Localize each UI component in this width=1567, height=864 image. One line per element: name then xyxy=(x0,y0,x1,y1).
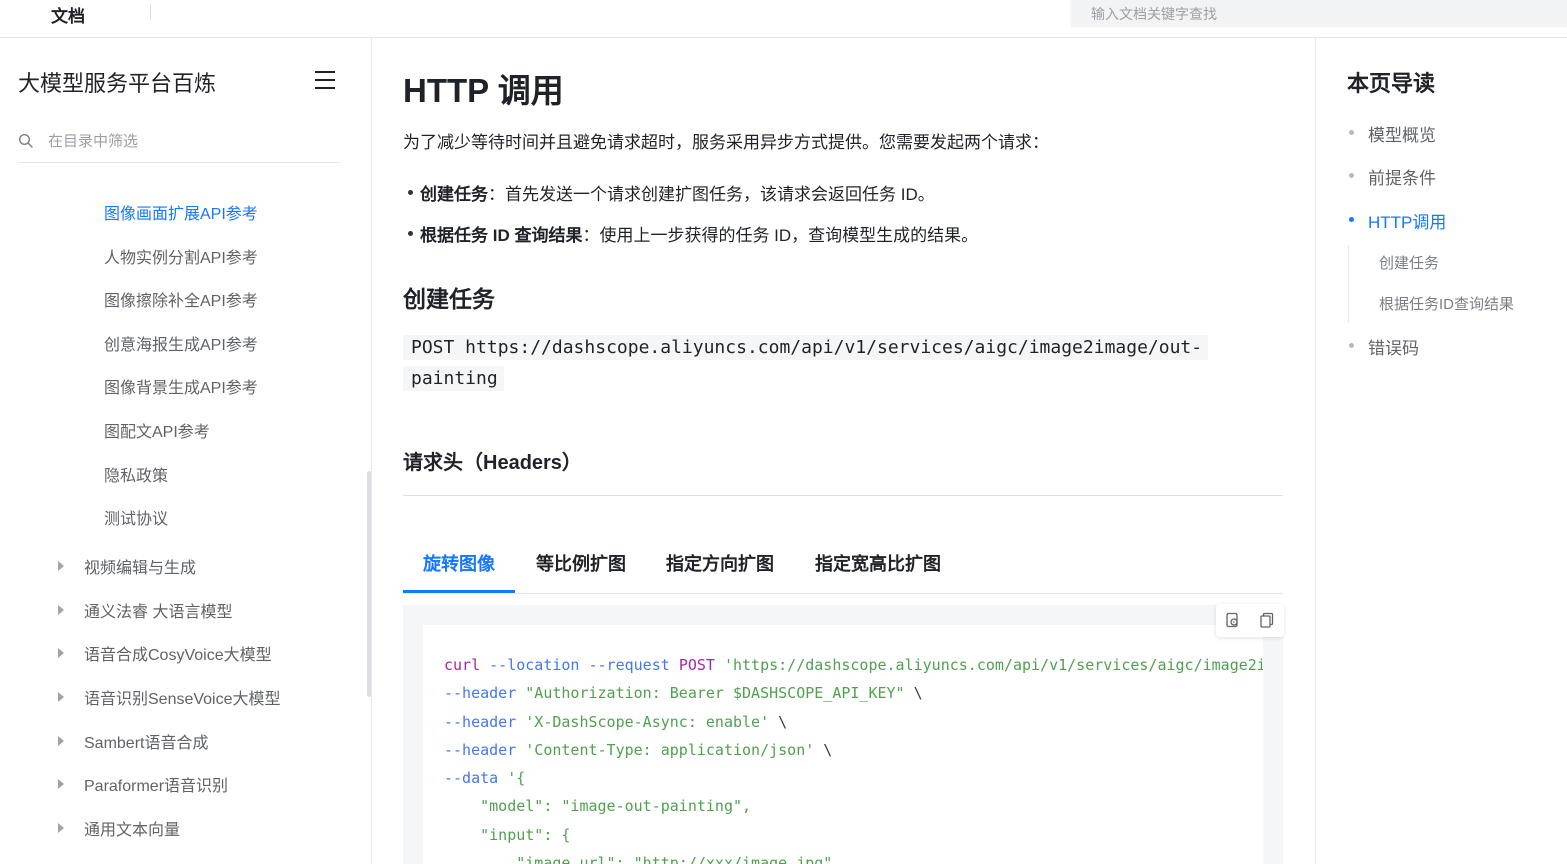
sidebar-item-privacy[interactable]: 隐私政策 xyxy=(104,462,168,486)
sidebar-group-sambert[interactable]: Sambert语音合成 xyxy=(58,729,208,753)
list-item: 根据任务 ID 查询结果：使用上一步获得的任务 ID，查询模型生成的结果。 xyxy=(407,221,979,246)
sidebar-group-label: 视频编辑与生成 xyxy=(84,560,197,577)
doc-search-box[interactable] xyxy=(1071,0,1567,27)
sidebar-group-video-editing[interactable]: 视频编辑与生成 xyxy=(58,554,196,578)
sidebar-group-sensevoice[interactable]: 语音识别SenseVoice大模型 xyxy=(58,685,281,709)
triangle-right-icon xyxy=(58,823,64,833)
list-item: 创建任务：首先发送一个请求创建扩图任务，该请求会返回任务 ID。 xyxy=(408,180,935,205)
sidebar-group-label: Paraformer语音识别 xyxy=(84,778,229,795)
sidebar-item-poster-generation[interactable]: 创意海报生成API参考 xyxy=(104,331,258,355)
bullet-text: ：使用上一步获得的任务 ID，查询模型生成的结果。 xyxy=(582,226,979,245)
code-tabs: 旋转图像 等比例扩图 指定方向扩图 指定宽高比扩图 xyxy=(403,538,1283,594)
site-brand[interactable]: 文档 xyxy=(51,2,85,27)
divider xyxy=(403,495,1283,496)
toc-rail xyxy=(1348,245,1349,323)
toc-item-model-overview[interactable]: 模型概览 xyxy=(1349,121,1436,146)
sidebar-group-text-embedding[interactable]: 通用文本向量 xyxy=(58,816,180,840)
toc-item-http-call[interactable]: HTTP调用 xyxy=(1348,208,1446,233)
directory-filter-input[interactable] xyxy=(46,128,330,154)
toc-sub-create-task[interactable]: 创建任务 xyxy=(1379,252,1439,273)
copy-icon[interactable] xyxy=(1258,611,1276,629)
toc-item-prerequisites[interactable]: 前提条件 xyxy=(1349,164,1436,189)
intro-paragraph: 为了减少等待时间并且避免请求超时，服务采用异步方式提供。您需要发起两个请求： xyxy=(403,133,1049,152)
endpoint-code: POST https://dashscope.aliyuncs.com/api/… xyxy=(403,335,1209,391)
toc-title: 本页导读 xyxy=(1347,71,1436,96)
sidebar-item-image-outpainting[interactable]: 图像画面扩展API参考 xyxy=(104,200,258,224)
bullet-text: ：首先发送一个请求创建扩图任务，该请求会返回任务 ID。 xyxy=(488,185,935,204)
sidebar-group-label: 通义法睿 大语言模型 xyxy=(84,604,233,621)
sidebar-group-label: 语音合成CosyVoice大模型 xyxy=(84,647,272,664)
triangle-right-icon xyxy=(58,648,64,658)
hamburger-icon[interactable] xyxy=(313,69,337,91)
sidebar-group-farui[interactable]: 通义法睿 大语言模型 xyxy=(58,598,232,622)
divider xyxy=(150,4,151,20)
sidebar-group-cosyvoice[interactable]: 语音合成CosyVoice大模型 xyxy=(58,641,272,665)
sidebar-group-label: 通用文本向量 xyxy=(84,822,181,839)
tab-proportional-expand[interactable]: 等比例扩图 xyxy=(527,538,635,591)
code-area[interactable]: curl --location --request POST 'https://… xyxy=(423,625,1263,864)
tab-aspect-ratio-expand[interactable]: 指定宽高比扩图 xyxy=(805,538,951,591)
directory-filter[interactable] xyxy=(18,128,340,163)
bullet-term: 根据任务 ID 查询结果 xyxy=(420,226,583,245)
sidebar-group-label: Sambert语音合成 xyxy=(84,735,209,752)
endpoint-url: POST https://dashscope.aliyuncs.com/api/… xyxy=(403,332,1243,394)
triangle-right-icon xyxy=(58,692,64,702)
toc-sub-query-result[interactable]: 根据任务ID查询结果 xyxy=(1379,293,1514,314)
sidebar-item-image-erase[interactable]: 图像擦除补全API参考 xyxy=(104,287,258,311)
search-icon xyxy=(18,133,33,148)
page-title: HTTP 调用 xyxy=(403,72,564,109)
triangle-right-icon xyxy=(58,561,64,571)
sidebar: 大模型服务平台百炼 图像画面扩展API参考 人物实例分割API参考 图像擦除补全… xyxy=(0,38,372,864)
section-heading: 创建任务 xyxy=(403,286,495,312)
sidebar-item-test-agreement[interactable]: 测试协议 xyxy=(104,505,168,529)
sidebar-group-label: 语音识别SenseVoice大模型 xyxy=(84,691,281,708)
doc-search-input[interactable] xyxy=(1071,0,1561,27)
bullet-term: 创建任务 xyxy=(420,185,488,204)
sidebar-item-background-generation[interactable]: 图像背景生成API参考 xyxy=(104,374,258,398)
tab-directional-expand[interactable]: 指定方向扩图 xyxy=(656,538,784,591)
main-content: HTTP 调用 为了减少等待时间并且避免请求超时，服务采用异步方式提供。您需要发… xyxy=(372,38,1314,864)
sidebar-item-person-segmentation[interactable]: 人物实例分割API参考 xyxy=(104,244,258,268)
tab-rotate-image[interactable]: 旋转图像 xyxy=(403,538,515,593)
sidebar-title: 大模型服务平台百炼 xyxy=(18,71,217,96)
page-toc: 本页导读 模型概览 前提条件 HTTP调用 创建任务 根据任务ID查询结果 错误… xyxy=(1315,38,1567,864)
triangle-right-icon xyxy=(58,779,64,789)
top-bar: 文档 xyxy=(0,0,1567,38)
sidebar-item-image-caption[interactable]: 图配文API参考 xyxy=(104,418,210,442)
run-icon[interactable] xyxy=(1224,611,1242,629)
code-content: curl --location --request POST 'https://… xyxy=(444,656,1263,864)
toc-item-error-codes[interactable]: 错误码 xyxy=(1349,334,1419,359)
code-block: curl --location --request POST 'https://… xyxy=(403,605,1283,864)
sidebar-group-paraformer[interactable]: Paraformer语音识别 xyxy=(58,772,228,796)
triangle-right-icon xyxy=(58,605,64,615)
headers-heading: 请求头（Headers） xyxy=(403,452,582,474)
triangle-right-icon xyxy=(58,736,64,746)
code-toolbar xyxy=(1216,604,1284,637)
sidebar-scrollbar[interactable] xyxy=(367,471,371,697)
